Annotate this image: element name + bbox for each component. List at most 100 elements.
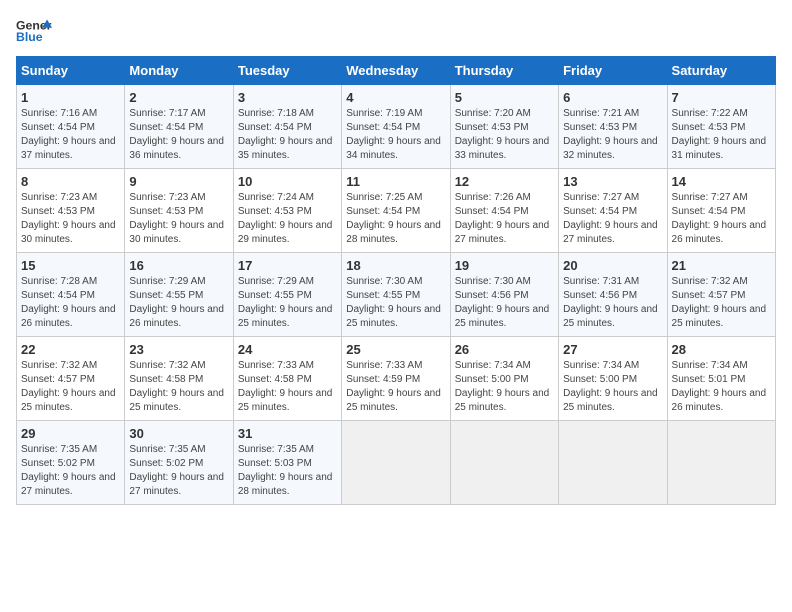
day-number: 12	[455, 174, 554, 189]
day-number: 25	[346, 342, 445, 357]
calendar-cell	[342, 421, 450, 505]
day-number: 31	[238, 426, 337, 441]
day-number: 28	[672, 342, 771, 357]
day-info: Sunrise: 7:17 AMSunset: 4:54 PMDaylight:…	[129, 107, 228, 163]
calendar-cell: 21 Sunrise: 7:32 AMSunset: 4:57 PMDayligh…	[667, 253, 775, 337]
day-number: 29	[21, 426, 120, 441]
calendar-cell: 31 Sunrise: 7:35 AMSunset: 5:03 PMDayligh…	[233, 421, 341, 505]
day-info: Sunrise: 7:21 AMSunset: 4:53 PMDaylight:…	[563, 107, 662, 163]
day-info: Sunrise: 7:23 AMSunset: 4:53 PMDaylight:…	[129, 191, 228, 247]
calendar-table: SundayMondayTuesdayWednesdayThursdayFrid…	[16, 56, 776, 505]
calendar-cell: 6 Sunrise: 7:21 AMSunset: 4:53 PMDaylight…	[559, 85, 667, 169]
calendar-cell: 20 Sunrise: 7:31 AMSunset: 4:56 PMDayligh…	[559, 253, 667, 337]
calendar-cell: 7 Sunrise: 7:22 AMSunset: 4:53 PMDaylight…	[667, 85, 775, 169]
day-number: 22	[21, 342, 120, 357]
calendar-cell: 30Sunrise: 7:35 AMSunset: 5:02 PMDayligh…	[125, 421, 233, 505]
calendar-week-row: 8 Sunrise: 7:23 AMSunset: 4:53 PMDaylight…	[17, 169, 776, 253]
day-number: 21	[672, 258, 771, 273]
day-number: 26	[455, 342, 554, 357]
day-info: Sunrise: 7:34 AMSunset: 5:00 PMDaylight:…	[563, 359, 662, 415]
day-info: Sunrise: 7:27 AMSunset: 4:54 PMDaylight:…	[563, 191, 662, 247]
calendar-cell: 11Sunrise: 7:25 AMSunset: 4:54 PMDayligh…	[342, 169, 450, 253]
calendar-cell: 8 Sunrise: 7:23 AMSunset: 4:53 PMDaylight…	[17, 169, 125, 253]
weekday-header: Friday	[559, 57, 667, 85]
day-number: 13	[563, 174, 662, 189]
calendar-cell: 9 Sunrise: 7:23 AMSunset: 4:53 PMDaylight…	[125, 169, 233, 253]
calendar-cell: 22Sunrise: 7:32 AMSunset: 4:57 PMDayligh…	[17, 337, 125, 421]
calendar-cell: 16Sunrise: 7:29 AMSunset: 4:55 PMDayligh…	[125, 253, 233, 337]
calendar-header-row: SundayMondayTuesdayWednesdayThursdayFrid…	[17, 57, 776, 85]
calendar-cell	[450, 421, 558, 505]
calendar-cell: 2 Sunrise: 7:17 AMSunset: 4:54 PMDaylight…	[125, 85, 233, 169]
calendar-week-row: 22Sunrise: 7:32 AMSunset: 4:57 PMDayligh…	[17, 337, 776, 421]
day-info: Sunrise: 7:32 AMSunset: 4:58 PMDaylight:…	[129, 359, 228, 415]
day-info: Sunrise: 7:35 AMSunset: 5:02 PMDaylight:…	[129, 443, 228, 499]
day-info: Sunrise: 7:30 AMSunset: 4:55 PMDaylight:…	[346, 275, 445, 331]
day-number: 11	[346, 174, 445, 189]
day-info: Sunrise: 7:34 AMSunset: 5:00 PMDaylight:…	[455, 359, 554, 415]
day-number: 6	[563, 90, 662, 105]
day-info: Sunrise: 7:20 AMSunset: 4:53 PMDaylight:…	[455, 107, 554, 163]
calendar-body: 1Sunrise: 7:16 AMSunset: 4:54 PMDaylight…	[17, 85, 776, 505]
day-info: Sunrise: 7:22 AMSunset: 4:53 PMDaylight:…	[672, 107, 771, 163]
logo-icon: General Blue	[16, 16, 52, 46]
weekday-header: Thursday	[450, 57, 558, 85]
day-number: 19	[455, 258, 554, 273]
day-info: Sunrise: 7:34 AMSunset: 5:01 PMDaylight:…	[672, 359, 771, 415]
day-number: 24	[238, 342, 337, 357]
day-info: Sunrise: 7:33 AMSunset: 4:59 PMDaylight:…	[346, 359, 445, 415]
calendar-cell: 4Sunrise: 7:19 AMSunset: 4:54 PMDaylight…	[342, 85, 450, 169]
calendar-cell: 15Sunrise: 7:28 AMSunset: 4:54 PMDayligh…	[17, 253, 125, 337]
calendar-cell: 17 Sunrise: 7:29 AMSunset: 4:55 PMDayligh…	[233, 253, 341, 337]
header: General Blue	[16, 16, 776, 46]
day-number: 3	[238, 90, 337, 105]
weekday-header: Tuesday	[233, 57, 341, 85]
calendar-cell: 13 Sunrise: 7:27 AMSunset: 4:54 PMDayligh…	[559, 169, 667, 253]
svg-text:Blue: Blue	[16, 30, 43, 44]
weekday-header: Monday	[125, 57, 233, 85]
day-info: Sunrise: 7:18 AMSunset: 4:54 PMDaylight:…	[238, 107, 337, 163]
day-number: 9	[129, 174, 228, 189]
calendar-cell: 27 Sunrise: 7:34 AMSunset: 5:00 PMDayligh…	[559, 337, 667, 421]
day-info: Sunrise: 7:28 AMSunset: 4:54 PMDaylight:…	[21, 275, 120, 331]
weekday-header: Sunday	[17, 57, 125, 85]
calendar-cell: 3 Sunrise: 7:18 AMSunset: 4:54 PMDaylight…	[233, 85, 341, 169]
calendar-cell: 24 Sunrise: 7:33 AMSunset: 4:58 PMDayligh…	[233, 337, 341, 421]
day-number: 7	[672, 90, 771, 105]
day-info: Sunrise: 7:27 AMSunset: 4:54 PMDaylight:…	[672, 191, 771, 247]
day-number: 16	[129, 258, 228, 273]
day-number: 8	[21, 174, 120, 189]
calendar-week-row: 1Sunrise: 7:16 AMSunset: 4:54 PMDaylight…	[17, 85, 776, 169]
calendar-cell: 10 Sunrise: 7:24 AMSunset: 4:53 PMDayligh…	[233, 169, 341, 253]
day-number: 17	[238, 258, 337, 273]
day-info: Sunrise: 7:32 AMSunset: 4:57 PMDaylight:…	[672, 275, 771, 331]
calendar-cell	[667, 421, 775, 505]
calendar-week-row: 15Sunrise: 7:28 AMSunset: 4:54 PMDayligh…	[17, 253, 776, 337]
calendar-cell: 5Sunrise: 7:20 AMSunset: 4:53 PMDaylight…	[450, 85, 558, 169]
day-info: Sunrise: 7:23 AMSunset: 4:53 PMDaylight:…	[21, 191, 120, 247]
calendar-cell: 1Sunrise: 7:16 AMSunset: 4:54 PMDaylight…	[17, 85, 125, 169]
logo: General Blue	[16, 16, 52, 46]
calendar-cell: 25 Sunrise: 7:33 AMSunset: 4:59 PMDayligh…	[342, 337, 450, 421]
calendar-cell: 12Sunrise: 7:26 AMSunset: 4:54 PMDayligh…	[450, 169, 558, 253]
day-number: 27	[563, 342, 662, 357]
day-info: Sunrise: 7:35 AMSunset: 5:03 PMDaylight:…	[238, 443, 337, 499]
calendar-cell: 14 Sunrise: 7:27 AMSunset: 4:54 PMDayligh…	[667, 169, 775, 253]
day-number: 23	[129, 342, 228, 357]
calendar-cell: 26 Sunrise: 7:34 AMSunset: 5:00 PMDayligh…	[450, 337, 558, 421]
day-info: Sunrise: 7:33 AMSunset: 4:58 PMDaylight:…	[238, 359, 337, 415]
day-number: 2	[129, 90, 228, 105]
calendar-week-row: 29 Sunrise: 7:35 AMSunset: 5:02 PMDayligh…	[17, 421, 776, 505]
day-info: Sunrise: 7:24 AMSunset: 4:53 PMDaylight:…	[238, 191, 337, 247]
day-number: 14	[672, 174, 771, 189]
day-number: 4	[346, 90, 445, 105]
day-info: Sunrise: 7:35 AMSunset: 5:02 PMDaylight:…	[21, 443, 120, 499]
day-info: Sunrise: 7:16 AMSunset: 4:54 PMDaylight:…	[21, 107, 120, 163]
day-info: Sunrise: 7:31 AMSunset: 4:56 PMDaylight:…	[563, 275, 662, 331]
calendar-cell: 28 Sunrise: 7:34 AMSunset: 5:01 PMDayligh…	[667, 337, 775, 421]
calendar-cell: 23 Sunrise: 7:32 AMSunset: 4:58 PMDayligh…	[125, 337, 233, 421]
day-number: 10	[238, 174, 337, 189]
day-number: 20	[563, 258, 662, 273]
day-number: 18	[346, 258, 445, 273]
day-info: Sunrise: 7:29 AMSunset: 4:55 PMDaylight:…	[238, 275, 337, 331]
